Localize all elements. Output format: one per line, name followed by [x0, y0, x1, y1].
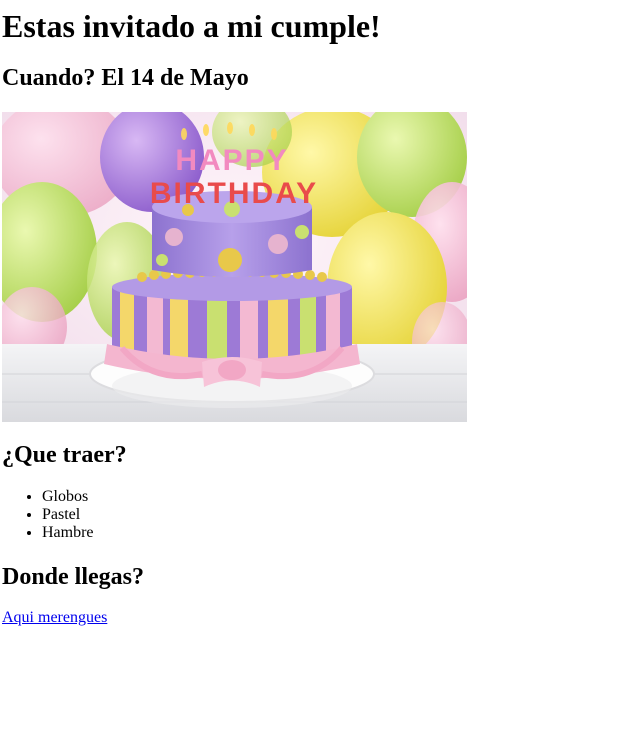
- candle-happy-text: HAPPY: [175, 144, 288, 177]
- candle-birthday-text: BIRTHDAY: [150, 177, 318, 210]
- bring-heading: ¿Que traer?: [2, 442, 127, 468]
- birthday-cake-image: HAPPY BIRTHDAY: [2, 112, 467, 422]
- page-title: Estas invitado a mi cumple!: [2, 8, 381, 44]
- list-item: Pastel: [42, 506, 94, 524]
- bring-list: Globos Pastel Hambre: [2, 488, 94, 542]
- location-heading: Donde llegas?: [2, 564, 145, 590]
- list-item: Hambre: [42, 524, 94, 542]
- location-link[interactable]: Aqui merengues: [2, 609, 107, 627]
- birthday-cake-illustration: HAPPY BIRTHDAY: [2, 112, 467, 422]
- date-heading: Cuando? El 14 de Mayo: [2, 65, 249, 91]
- list-item: Globos: [42, 488, 94, 506]
